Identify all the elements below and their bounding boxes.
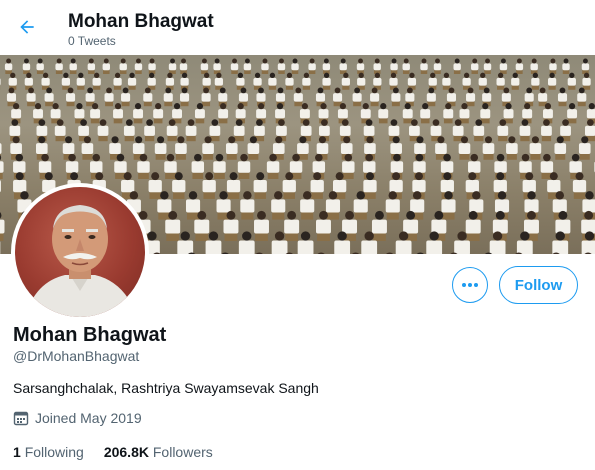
follow-button[interactable]: Follow — [499, 266, 578, 304]
following-count: 1 — [13, 444, 21, 460]
more-options-button[interactable] — [452, 267, 488, 303]
followers-link[interactable]: 206.8K Followers — [104, 444, 213, 460]
back-arrow-icon — [20, 20, 34, 34]
tweet-count: 0 Tweets — [68, 34, 116, 48]
calendar-icon — [13, 411, 29, 426]
follow-stats: 1 Following 206.8K Followers — [13, 444, 213, 460]
back-button[interactable] — [12, 12, 42, 42]
joined-text: Joined May 2019 — [35, 410, 142, 426]
following-link[interactable]: 1 Following — [13, 444, 84, 460]
joined-date: Joined May 2019 — [13, 410, 142, 426]
avatar[interactable] — [11, 183, 149, 321]
profile-header: Mohan Bhagwat 0 Tweets — [0, 0, 595, 55]
profile-handle: @DrMohanBhagwat — [13, 348, 140, 364]
following-label: Following — [24, 444, 84, 460]
profile-bio: Sarsanghchalak, Rashtriya Swayamsevak Sa… — [13, 380, 319, 396]
header-title: Mohan Bhagwat — [68, 11, 214, 32]
followers-count: 206.8K — [103, 444, 149, 460]
avatar-photo — [15, 187, 145, 317]
more-options-icon — [462, 283, 478, 287]
followers-label: Followers — [152, 444, 213, 460]
profile-name: Mohan Bhagwat — [13, 324, 167, 346]
